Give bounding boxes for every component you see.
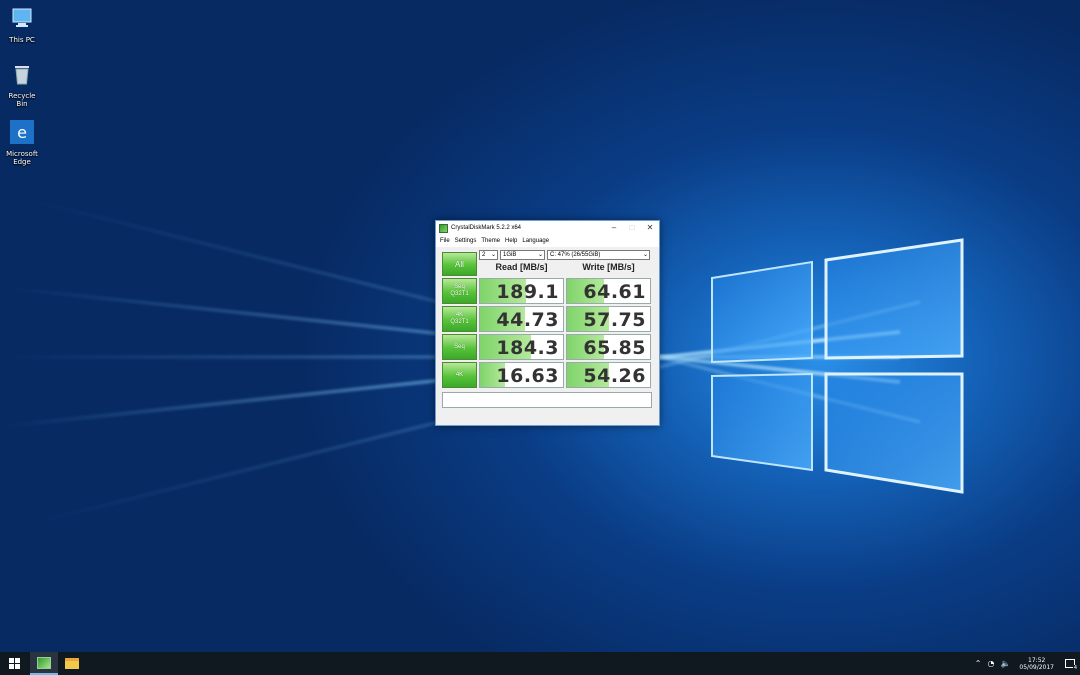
- app-icon: [439, 223, 448, 233]
- size-select-value: 1GiB: [503, 252, 517, 258]
- crystaldiskmark-window: CrystalDiskMark 5.2.2 x64 – □ ✕ File Set…: [435, 220, 660, 426]
- write-value: 64.61: [583, 281, 646, 303]
- desktop-icon-label: This PC: [9, 36, 35, 44]
- computer-icon: [12, 8, 32, 27]
- write-result: 65.85: [566, 334, 651, 360]
- row-label-line2: Q32T1: [450, 291, 469, 297]
- title-bar[interactable]: CrystalDiskMark 5.2.2 x64 – □ ✕: [436, 221, 659, 235]
- drive-select-value: C: 47% (26/55GiB): [550, 252, 601, 258]
- size-select[interactable]: 1GiB ⌄: [500, 250, 545, 260]
- write-value: 57.75: [583, 309, 646, 331]
- menu-settings[interactable]: Settings: [455, 238, 477, 244]
- recycle-bin-icon: [15, 66, 29, 85]
- read-result: 189.1: [479, 278, 564, 304]
- comment-field[interactable]: [442, 392, 652, 408]
- row-label-line1: 4K: [455, 371, 464, 378]
- seq-button[interactable]: Seq: [442, 334, 477, 360]
- clock[interactable]: 17:52 05/09/2017: [1019, 657, 1054, 671]
- desktop-icon-edge[interactable]: e Microsoft Edge: [2, 120, 42, 166]
- result-row-seq: Seq 184.3 65.85: [442, 334, 653, 360]
- read-header: Read [MB/s]: [495, 262, 548, 272]
- write-result: 57.75: [566, 306, 651, 332]
- svg-text:e: e: [17, 123, 27, 142]
- write-result: 54.26: [566, 362, 651, 388]
- row-label-line1: 4K: [455, 312, 464, 318]
- write-value: 65.85: [583, 337, 646, 359]
- windows-start-icon: [8, 658, 20, 669]
- edge-icon: e: [10, 120, 34, 144]
- start-button[interactable]: [0, 652, 28, 675]
- taskbar: ⌃ ◔ 🔈 17:52 05/09/2017 4: [0, 652, 1080, 675]
- row-label-line2: Q32T1: [450, 319, 469, 325]
- all-button[interactable]: All: [442, 252, 477, 276]
- write-result: 64.61: [566, 278, 651, 304]
- desktop-icon-this-pc[interactable]: This PC: [2, 6, 42, 44]
- chevron-down-icon: ⌄: [642, 252, 648, 258]
- taskbar-file-explorer[interactable]: [58, 652, 86, 675]
- system-tray: ⌃ ◔ 🔈 17:52 05/09/2017 4: [972, 652, 1080, 675]
- read-value: 189.1: [496, 281, 559, 303]
- read-value: 184.3: [496, 337, 559, 359]
- taskbar-crystaldiskmark[interactable]: [30, 652, 58, 675]
- action-center-button[interactable]: 4: [1060, 652, 1080, 675]
- read-result: 16.63: [479, 362, 564, 388]
- drive-select[interactable]: C: 47% (26/55GiB) ⌄: [547, 250, 650, 260]
- desktop-icon-recycle-bin[interactable]: Recycle Bin: [2, 62, 42, 108]
- result-row-4k-q32t1: 4K Q32T1 44.73 57.75: [442, 306, 653, 332]
- chevron-up-icon[interactable]: ⌃: [975, 659, 982, 668]
- menu-theme[interactable]: Theme: [481, 238, 500, 244]
- clock-date: 05/09/2017: [1019, 663, 1054, 671]
- menu-file[interactable]: File: [440, 238, 450, 244]
- desktop-icon-label: Recycle Bin: [8, 92, 36, 108]
- 4k-q32t1-button[interactable]: 4K Q32T1: [442, 306, 477, 332]
- desktop-icon-label: Microsoft Edge: [6, 150, 38, 166]
- folder-icon: [65, 658, 79, 669]
- menu-help[interactable]: Help: [505, 238, 517, 244]
- close-button[interactable]: ✕: [641, 221, 659, 235]
- window-title: CrystalDiskMark 5.2.2 x64: [451, 225, 522, 231]
- notification-count: 4: [1072, 665, 1078, 671]
- count-select[interactable]: 2 ⌄: [479, 250, 498, 260]
- seq-q32t1-button[interactable]: Seq Q32T1: [442, 278, 477, 304]
- menu-language[interactable]: Language: [522, 238, 549, 244]
- desktop: This PC Recycle Bin e Microsoft Edge Cry…: [0, 0, 1080, 652]
- row-label-line1: Seq: [454, 284, 465, 290]
- count-select-value: 2: [482, 252, 486, 258]
- result-row-4k: 4K 16.63 54.26: [442, 362, 653, 388]
- chevron-down-icon: ⌄: [537, 252, 543, 258]
- result-row-seq-q32t1: Seq Q32T1 189.1 64.61: [442, 278, 653, 304]
- volume-icon[interactable]: 🔈: [1000, 659, 1010, 668]
- read-result: 184.3: [479, 334, 564, 360]
- menu-bar: File Settings Theme Help Language: [436, 235, 659, 247]
- read-value: 16.63: [496, 365, 559, 387]
- write-value: 54.26: [583, 365, 646, 387]
- read-result: 44.73: [479, 306, 564, 332]
- write-header: Write [MB/s]: [582, 262, 635, 272]
- windows-logo-wallpaper: [711, 238, 964, 494]
- row-label-line1: Seq: [454, 343, 465, 350]
- clock-time: 17:52: [1028, 656, 1046, 664]
- crystaldiskmark-icon: [37, 656, 51, 669]
- read-value: 44.73: [496, 309, 559, 331]
- minimize-button[interactable]: –: [605, 221, 623, 235]
- maximize-button: □: [629, 223, 635, 232]
- network-icon[interactable]: ◔: [987, 659, 994, 668]
- 4k-button[interactable]: 4K: [442, 362, 477, 388]
- chevron-down-icon: ⌄: [490, 252, 496, 258]
